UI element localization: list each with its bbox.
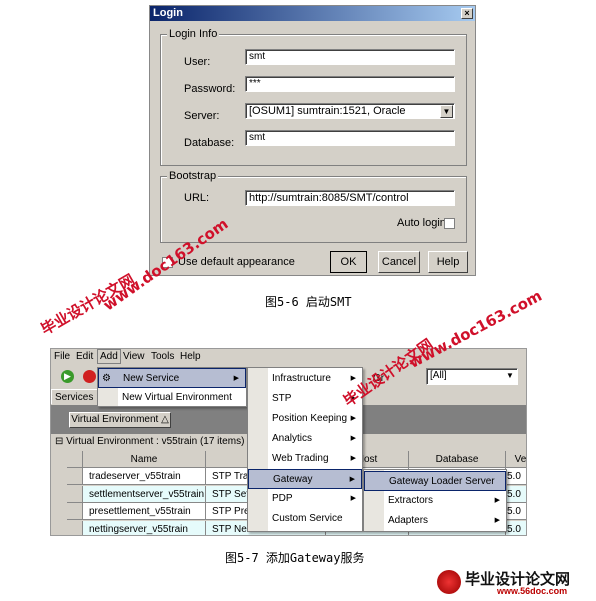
row-header — [67, 451, 83, 468]
virtual-environment-button[interactable]: Virtual Environment △ — [69, 412, 171, 428]
menu-add[interactable]: Add — [97, 349, 121, 364]
dialog-title-bar: Login × — [150, 6, 475, 21]
menu-item-gateway[interactable]: Extractors ▶ — [364, 491, 506, 511]
menu-label: Infrastructure — [272, 373, 331, 384]
menu-item-service[interactable]: Web Trading ▶ — [248, 449, 362, 469]
menu-label: Position Keeping — [272, 413, 348, 424]
column-name[interactable]: Name — [83, 451, 206, 468]
database-label: Database: — [184, 137, 235, 149]
close-icon[interactable]: × — [461, 8, 473, 19]
figure-caption: 图5-6 启动SMT — [265, 295, 352, 309]
menu-label: New Virtual Environment — [122, 392, 232, 403]
menu-bar: File Edit Add View Tools Help — [51, 349, 526, 364]
menu-item-gateway[interactable]: Adapters ▶ — [364, 511, 506, 531]
service-icon: ⚙ — [102, 373, 111, 384]
menu-label: Gateway Loader Server — [389, 476, 495, 487]
site-logo: 毕业设计论文网 www.56doc.com — [437, 568, 592, 598]
cell-name[interactable]: tradeserver_v55train — [83, 468, 206, 485]
menu-file[interactable]: File — [54, 349, 70, 364]
row-header[interactable] — [67, 468, 83, 485]
start-icon[interactable]: ▶ — [61, 370, 74, 383]
menu-label: Analytics — [272, 433, 313, 444]
menu-label: STP — [272, 393, 292, 404]
menu-item-gateway[interactable]: Gateway Loader Server — [364, 471, 506, 491]
dialog-title: Login — [153, 7, 183, 19]
chevron-down-icon[interactable]: ▼ — [506, 371, 514, 380]
auto-login-label: Auto login — [397, 217, 446, 229]
database-input[interactable]: smt — [245, 130, 455, 146]
menu-item-service[interactable]: Position Keeping ▶ — [248, 409, 362, 429]
cell-name[interactable]: settlementserver_v55train — [83, 485, 206, 503]
chevron-right-icon: ▶ — [494, 517, 500, 524]
menu-label: Adapters — [388, 515, 429, 526]
help-button[interactable]: Help — [428, 251, 468, 273]
server-label: Server: — [184, 110, 220, 122]
menu-item-new-service[interactable]: ⚙ New Service ▶ — [98, 368, 246, 388]
menu-view[interactable]: View — [123, 349, 145, 364]
url-label: URL: — [184, 192, 210, 204]
server-select[interactable]: [OSUM1] sumtrain:1521, Oracle — [245, 103, 455, 119]
menu-item-service[interactable]: Custom Service — [248, 509, 362, 529]
menu-help[interactable]: Help — [180, 349, 201, 364]
group-label: Bootstrap — [167, 170, 219, 182]
chevron-right-icon: ▶ — [350, 455, 356, 462]
menu-item-service[interactable]: Gateway ▶ — [248, 469, 362, 489]
user-input[interactable]: smt — [245, 49, 455, 65]
auto-login-checkbox[interactable] — [444, 218, 455, 229]
cell-version[interactable]: 5.0 — [506, 485, 526, 503]
menu-item-service[interactable]: PDP ▶ — [248, 489, 362, 509]
password-label: Password: — [184, 83, 236, 95]
cell-name[interactable]: nettingserver_v55train — [83, 520, 206, 535]
group-select[interactable]: [All] — [426, 368, 518, 385]
menu-label: Custom Service — [272, 513, 343, 524]
chevron-right-icon: ▶ — [494, 497, 500, 504]
url-input[interactable]: http://sumtrain:8085/SMT/control — [245, 190, 455, 206]
menu-label: Extractors — [388, 495, 434, 506]
logo-mark — [437, 570, 461, 594]
cancel-button[interactable]: Cancel — [378, 251, 420, 273]
gateway-submenu: Gateway Loader Server Extractors ▶ Adapters… — [363, 469, 507, 532]
cell-version[interactable]: 5.0 — [506, 520, 526, 535]
group-row-label: Virtual Environment : v55train (17 items… — [66, 436, 245, 447]
group-label: Login Info — [167, 28, 220, 40]
menu-edit[interactable]: Edit — [76, 349, 93, 364]
cell-version[interactable]: 5.0 — [506, 468, 526, 485]
chevron-right-icon: ▶ — [350, 435, 356, 442]
figure-caption: 图5-7 添加Gateway服务 — [225, 551, 365, 565]
menu-tools[interactable]: Tools — [151, 349, 174, 364]
menu-label: New Service — [123, 373, 180, 384]
button-label: Virtual Environment — [71, 414, 159, 425]
row-header[interactable] — [67, 485, 83, 503]
chevron-right-icon: ▶ — [350, 495, 356, 502]
chevron-right-icon: ▶ — [350, 415, 356, 422]
column-database[interactable]: Database — [409, 451, 506, 468]
menu-item-new-virtual-environment[interactable]: New Virtual Environment — [98, 388, 246, 408]
stop-icon[interactable] — [83, 370, 96, 383]
add-menu: ⚙ New Service ▶ New Virtual Environment — [97, 367, 247, 407]
user-label: User: — [184, 56, 211, 68]
menu-label: Web Trading — [272, 453, 329, 464]
menu-item-service[interactable]: Infrastructure ▶ — [248, 369, 362, 389]
smt-app-window: File Edit Add View Tools Help ▶ Gr [All]… — [50, 348, 527, 536]
chevron-right-icon: ▶ — [233, 375, 239, 382]
menu-label: PDP — [272, 493, 293, 504]
row-header[interactable] — [67, 503, 83, 520]
menu-label: Gateway — [273, 474, 313, 485]
cell-version[interactable]: 5.0 — [506, 503, 526, 520]
default-appearance-label: Use default appearance — [178, 256, 295, 268]
password-input[interactable]: *** — [245, 76, 455, 92]
chevron-right-icon: ▶ — [349, 476, 355, 483]
group-row[interactable]: ⊟ Virtual Environment : v55train (17 ite… — [55, 436, 244, 447]
column-version[interactable]: Ve — [506, 451, 526, 468]
menu-item-service[interactable]: Analytics ▶ — [248, 429, 362, 449]
row-header[interactable] — [67, 520, 83, 535]
ok-button[interactable]: OK — [330, 251, 367, 273]
chevron-down-icon[interactable]: ▼ — [440, 105, 453, 118]
cell-name[interactable]: presettlement_v55train — [83, 503, 206, 520]
